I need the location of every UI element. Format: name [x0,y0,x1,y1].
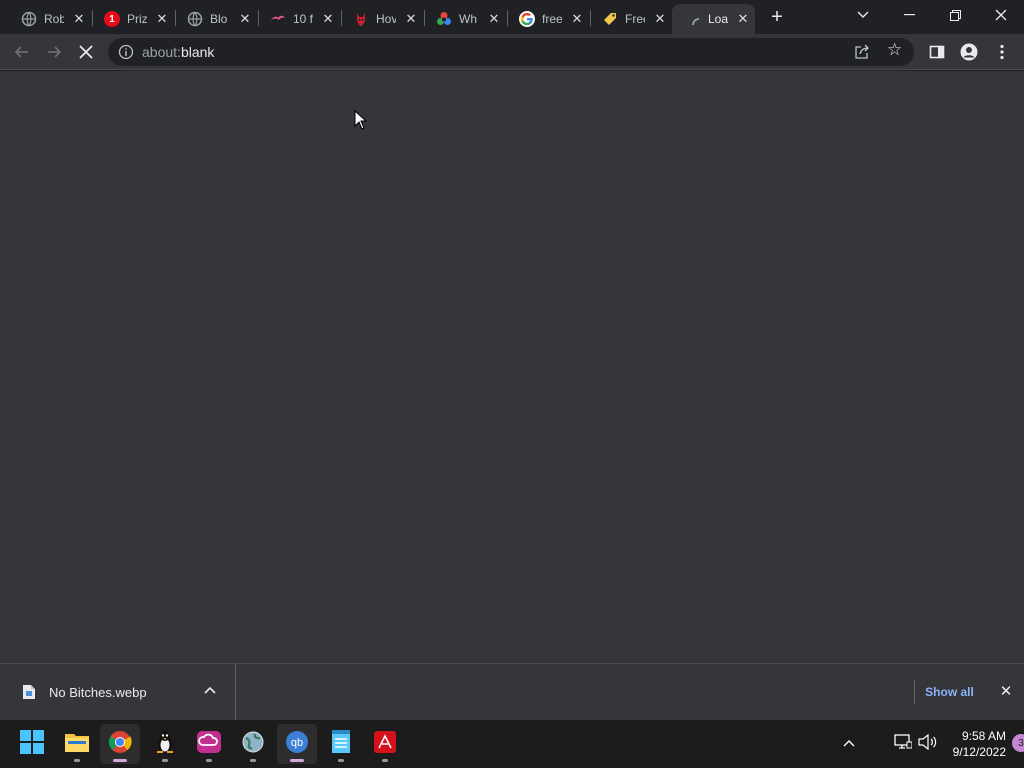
running-indicator [162,759,168,762]
taskbar-file-explorer[interactable] [57,724,97,764]
globe-icon [187,11,203,27]
close-tab-icon[interactable]: ✕ [735,11,751,27]
tab-5[interactable]: Hov ✕ [340,4,423,34]
tab-title: Free [625,12,645,26]
show-all-downloads-button[interactable]: Show all [914,680,984,704]
tab-7[interactable]: free ✕ [506,4,589,34]
bookmark-star-icon[interactable]: ☆ [887,40,902,60]
chrome-icon [108,730,132,759]
side-panel-button[interactable] [923,38,951,66]
close-tab-icon[interactable]: ✕ [320,11,336,27]
globe-app-icon [241,730,265,759]
clock-date: 9/12/2022 [952,745,1006,759]
notepad-icon [331,729,351,759]
chevron-up-icon[interactable] [204,682,216,697]
prizes-badge-icon: 1 [104,11,120,27]
tab-title: free [542,12,562,26]
tab-title: Blo [210,12,228,26]
download-item[interactable]: No Bitches.webp [0,664,236,721]
bird-icon [270,11,286,27]
tab-title: Hov [376,12,396,26]
taskbar-notepad[interactable] [321,724,361,764]
download-filename: No Bitches.webp [49,685,147,700]
taskbar-globe-app[interactable] [233,724,273,764]
close-tab-icon[interactable]: ✕ [71,11,87,27]
mouse-cursor-icon [354,109,368,135]
tab-4[interactable]: 10 f ✕ [257,4,340,34]
clock-time: 9:58 AM [961,729,1006,743]
notification-count-badge[interactable]: 3 [1012,734,1024,752]
tab-1[interactable]: Rob ✕ [8,4,91,34]
system-clock[interactable]: 9:58 AM 9/12/2022 [944,728,1006,760]
close-tab-icon[interactable]: ✕ [569,11,585,27]
tab-title: 10 f [293,12,313,26]
qbittorrent-icon: qb [285,730,309,759]
running-indicator [250,759,256,762]
svg-text:qb: qb [291,737,303,749]
close-shelf-icon[interactable]: ✕ [996,681,1016,701]
restore-button[interactable] [932,0,978,30]
taskbar-penguin-app[interactable] [145,724,185,764]
tab-8[interactable]: Free ✕ [589,4,672,34]
tab-6[interactable]: Wh ✕ [423,4,506,34]
file-icon [22,684,36,705]
close-tab-icon[interactable]: ✕ [237,11,253,27]
page-content-blank[interactable] [0,71,1024,663]
penguin-icon [154,730,176,759]
running-indicator [382,759,388,762]
taskbar-qbittorrent[interactable]: qb [277,724,317,764]
running-indicator [74,759,80,762]
network-icon[interactable] [894,734,913,755]
devil-icon [353,11,369,27]
globe-icon [21,11,37,27]
close-tab-icon[interactable]: ✕ [652,11,668,27]
close-tab-icon[interactable]: ✕ [403,11,419,27]
windows-logo-icon [20,729,44,759]
tab-title: Loa [708,12,728,26]
profile-icon[interactable] [955,38,983,66]
tab-strip: Rob ✕ 1 Priz ✕ Blo ✕ 10 f ✕ Hov ✕ Wh ✕ f… [0,0,1024,34]
browser-toolbar: about:blank ☆ [0,34,1024,70]
taskbar-chrome[interactable] [100,724,140,764]
google-icon [519,11,535,27]
close-tab-icon[interactable]: ✕ [154,11,170,27]
new-tab-button[interactable]: + [765,6,789,28]
address-bar[interactable]: about:blank ☆ [108,38,914,66]
running-indicator [206,759,212,762]
taskbar-creative-cloud[interactable] [189,724,229,764]
menu-kebab-icon[interactable] [988,38,1016,66]
minimize-button[interactable] [886,0,932,30]
close-tab-icon[interactable]: ✕ [486,11,502,27]
taskbar-adobe[interactable] [365,724,405,764]
back-button[interactable] [8,38,36,66]
running-indicator [113,759,127,762]
start-button[interactable] [12,724,52,764]
loading-spinner-icon [685,11,701,27]
running-indicator [290,759,304,762]
site-info-icon[interactable] [118,44,134,60]
tab-title: Priz [127,12,147,26]
tab-3[interactable]: Blo ✕ [174,4,257,34]
tray-overflow-chevron-icon[interactable] [843,734,855,750]
creative-cloud-icon [197,730,221,758]
url-text[interactable]: about:blank [142,44,214,60]
colorwheel-icon [436,11,452,27]
windows-taskbar: qb 9:58 AM 9/12/2022 3 [0,720,1024,768]
tab-9-active[interactable]: Loa ✕ [672,4,755,34]
tab-title: Rob [44,12,64,26]
stop-loading-button[interactable] [72,38,100,66]
download-shelf: No Bitches.webp Show all ✕ [0,663,1024,721]
adobe-icon [374,730,396,758]
forward-button[interactable] [40,38,68,66]
close-window-button[interactable] [978,0,1024,30]
tab-search-icon[interactable] [840,0,886,30]
tab-title: Wh [459,12,477,26]
running-indicator [338,759,344,762]
tag-icon [602,11,618,27]
tab-2[interactable]: 1 Priz ✕ [91,4,174,34]
folder-icon [65,732,89,757]
volume-icon[interactable] [918,733,938,755]
share-icon[interactable] [854,44,870,60]
